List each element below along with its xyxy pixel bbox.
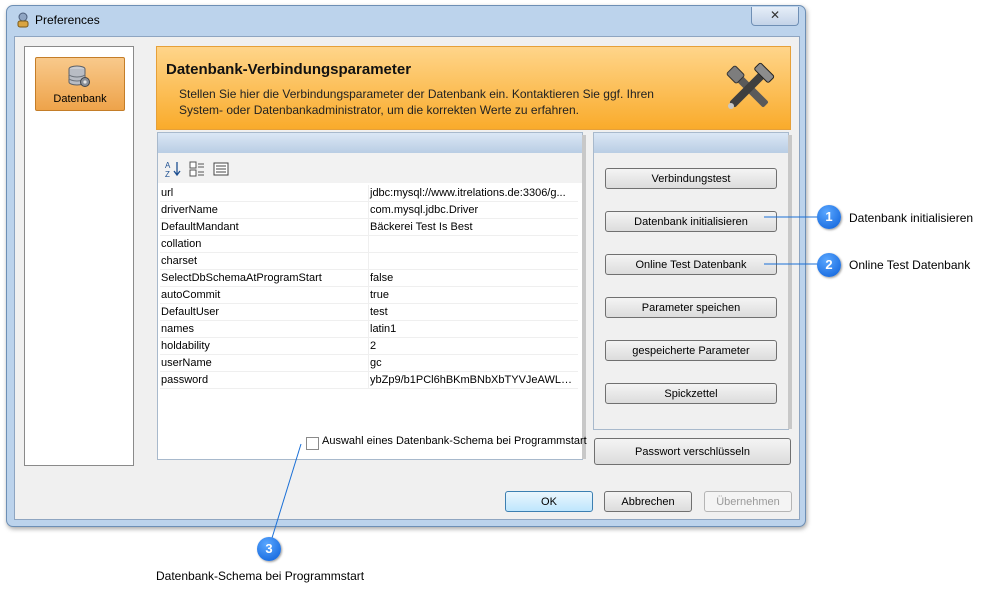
callout-line-3 — [271, 443, 302, 539]
callout-lines — [271, 216, 818, 539]
callout-badge-3: 3 — [257, 537, 281, 561]
callout-badge-2: 2 — [817, 253, 841, 277]
callout-label-1: Datenbank initialisieren — [849, 211, 974, 225]
callout-label-3: Datenbank-Schema bei Programmstart — [156, 569, 365, 583]
callout-badge-1: 1 — [817, 205, 841, 229]
callout-label-2: Online Test Datenbank — [849, 258, 971, 272]
